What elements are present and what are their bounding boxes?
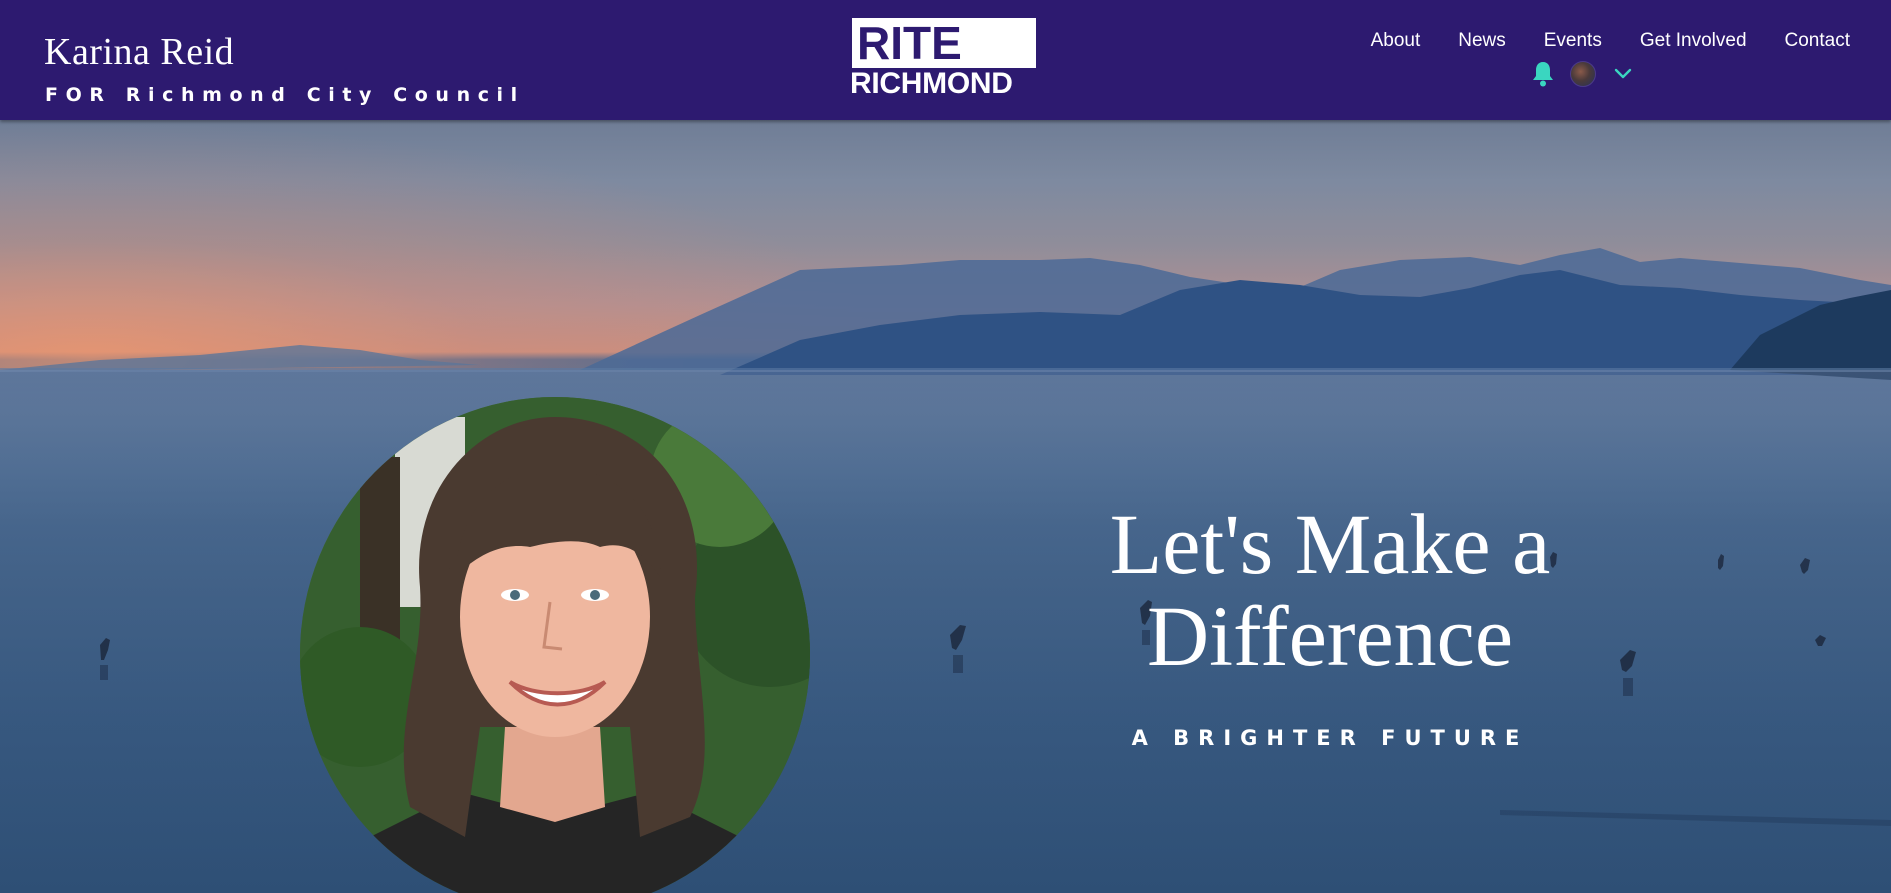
main-nav: About News Events Get Involved Contact — [1371, 30, 1850, 52]
rite-richmond-logo[interactable]: RITE RICHMOND — [850, 16, 1038, 100]
candidate-portrait-illustration — [300, 397, 810, 893]
hero-tagline: A BRIGHTER FUTURE — [1131, 726, 1529, 750]
candidate-subtitle: FOR Richmond City Council — [45, 84, 525, 106]
bell-icon[interactable] — [1530, 60, 1556, 88]
nav-events[interactable]: Events — [1544, 30, 1602, 52]
nav-get-involved[interactable]: Get Involved — [1640, 30, 1747, 52]
member-area — [1530, 60, 1670, 90]
nav-about[interactable]: About — [1371, 30, 1421, 52]
nav-news[interactable]: News — [1458, 30, 1506, 52]
hero-headline: Let's Make a Difference — [1030, 498, 1630, 682]
site-header: Karina Reid FOR Richmond City Council RI… — [0, 0, 1891, 120]
hero-headline-line2: Difference — [1146, 588, 1514, 684]
nav-contact[interactable]: Contact — [1785, 30, 1850, 52]
candidate-name[interactable]: Karina Reid — [44, 30, 234, 74]
logo-top-text: RITE — [852, 18, 1036, 68]
avatar[interactable] — [1570, 61, 1596, 87]
hero-section: Let's Make a Difference A BRIGHTER FUTUR… — [0, 120, 1891, 893]
chevron-down-icon[interactable] — [1612, 64, 1634, 84]
candidate-photo — [300, 397, 810, 893]
logo-bottom-text: RICHMOND — [850, 67, 1013, 100]
hero-headline-line1: Let's Make a — [1109, 496, 1551, 592]
